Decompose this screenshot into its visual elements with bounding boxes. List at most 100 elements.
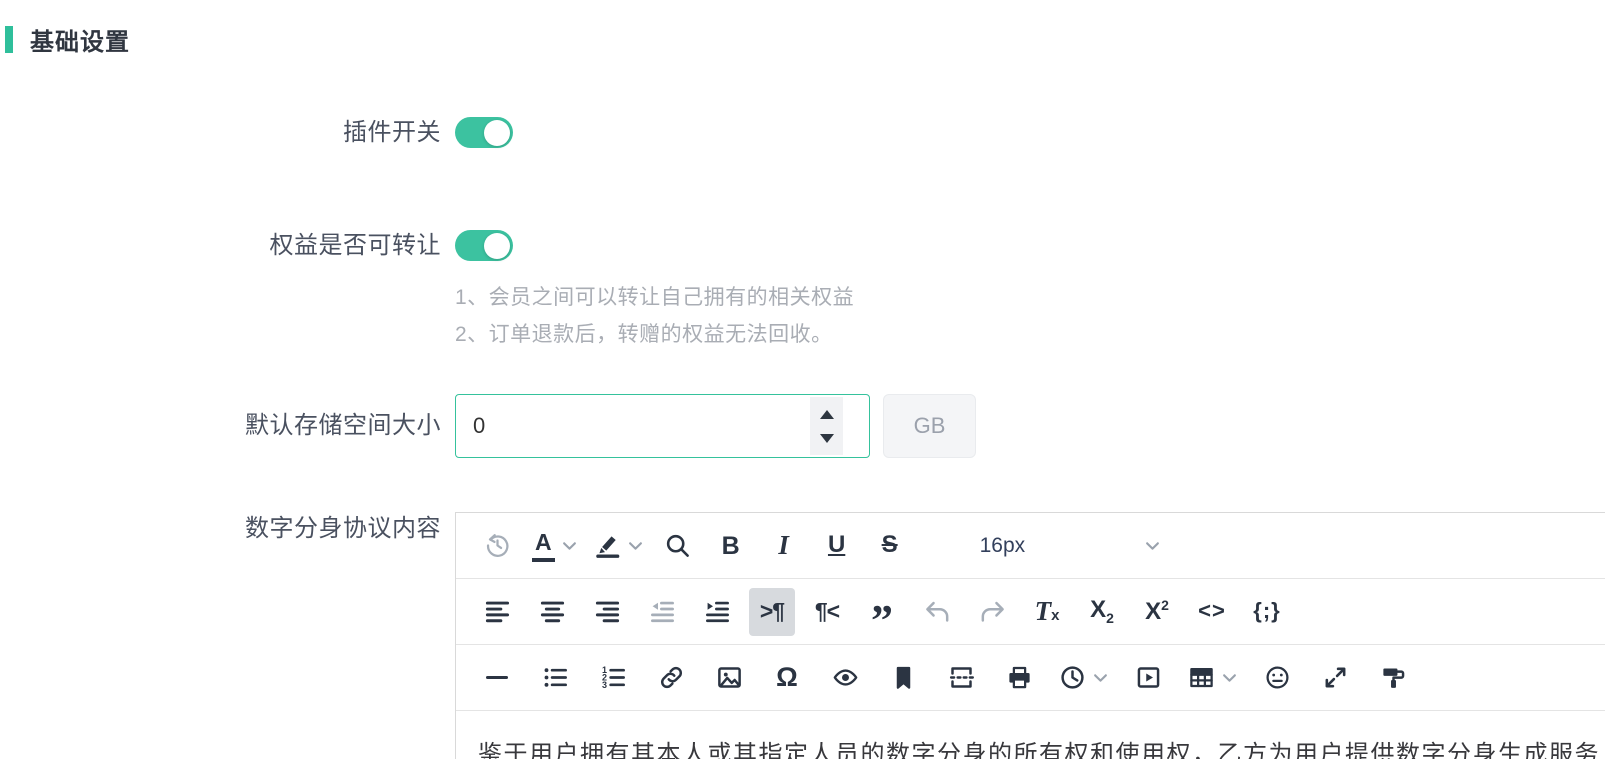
table-icon: [1188, 664, 1215, 691]
clear-format-button[interactable]: Tx: [1024, 588, 1070, 636]
form-row-agreement: 数字分身协议内容 A BIU S 16px >¶¶< ” Tx X2 X2 <> {;} 123 Ω…: [0, 512, 1605, 759]
superscript-button[interactable]: X2: [1134, 588, 1180, 636]
ltr-button[interactable]: >¶: [749, 588, 795, 636]
storage-size-label: 默认存储空间大小: [0, 394, 455, 458]
ordered-list-button[interactable]: 123: [590, 654, 636, 702]
superscript-icon: X2: [1145, 597, 1169, 627]
italic-button[interactable]: I: [761, 522, 807, 570]
underline-icon: U: [828, 531, 845, 560]
history-icon: [484, 532, 511, 559]
print-icon: [1006, 664, 1033, 691]
form-row-plugin-switch: 插件开关: [0, 116, 1605, 150]
storage-size-input[interactable]: [456, 395, 869, 457]
chevron-down-icon: [562, 541, 577, 551]
section-accent-bar: [5, 26, 13, 53]
font-size-button[interactable]: 16px: [970, 522, 1170, 570]
ordered-list-icon: 123: [600, 664, 627, 691]
chevron-down-icon: [1222, 673, 1237, 683]
storage-size-stepper: [810, 397, 843, 455]
section-title: 基础设置: [30, 22, 130, 57]
link-button[interactable]: [648, 654, 694, 702]
transferable-toggle[interactable]: [455, 230, 513, 261]
inline-code-button[interactable]: <>: [1189, 588, 1235, 636]
bookmark-icon: [890, 664, 917, 691]
redo-button[interactable]: [969, 588, 1015, 636]
clear-format-icon: Tx: [1035, 595, 1060, 628]
emoji-button[interactable]: [1254, 654, 1300, 702]
search-button[interactable]: [655, 522, 701, 570]
undo-button[interactable]: [914, 588, 960, 636]
align-left-icon: [484, 598, 511, 625]
fullscreen-icon: [1322, 664, 1349, 691]
code-block-button[interactable]: {;}: [1244, 588, 1290, 636]
indent-icon: [704, 598, 731, 625]
outdent-button[interactable]: [639, 588, 685, 636]
special-character-icon: Ω: [776, 661, 798, 693]
editor-toolbar-row-1: A BIU S 16px: [456, 513, 1605, 579]
bold-button[interactable]: B: [708, 522, 754, 570]
settings-page: 基础设置 插件开关 权益是否可转让 1、会员之间可以转让自己拥有的相关权益 2、…: [0, 0, 1605, 759]
transferable-control: 1、会员之间可以转让自己拥有的相关权益 2、订单退款后，转赠的权益无法回收。: [455, 229, 1605, 353]
image-button[interactable]: [706, 654, 752, 702]
underline-button[interactable]: U: [814, 522, 860, 570]
editor-toolbar-row-2: >¶¶< ” Tx X2 X2 <> {;}: [456, 579, 1605, 645]
horizontal-rule-button[interactable]: [474, 654, 520, 702]
plugin-switch-knob: [484, 120, 510, 146]
page-break-button[interactable]: [938, 654, 984, 702]
emoji-icon: [1264, 664, 1291, 691]
image-icon: [716, 664, 743, 691]
page-break-icon: [948, 664, 975, 691]
fullscreen-button[interactable]: [1312, 654, 1358, 702]
bold-icon: B: [722, 531, 740, 561]
agreement-control: A BIU S 16px >¶¶< ” Tx X2 X2 <> {;} 123 Ω 鉴于用户拥有其本…: [455, 512, 1605, 759]
subscript-button[interactable]: X2: [1079, 588, 1125, 636]
special-character-button[interactable]: Ω: [764, 654, 810, 702]
blockquote-button[interactable]: ”: [859, 588, 905, 636]
redo-icon: [979, 598, 1006, 625]
table-button[interactable]: [1183, 654, 1242, 702]
inline-code-icon: <>: [1198, 598, 1226, 624]
chevron-down-icon: [1145, 541, 1160, 551]
editor-content-area[interactable]: 鉴于用户拥有其本人或其指定人员的数字分身的所有权和使用权，乙方为用户提供数字分身…: [456, 711, 1605, 759]
svg-text:3: 3: [602, 680, 607, 690]
highlight-color-button[interactable]: [589, 522, 648, 570]
chevron-down-icon: [628, 541, 643, 551]
plugin-switch-control: [455, 116, 1605, 148]
rich-text-editor: A BIU S 16px >¶¶< ” Tx X2 X2 <> {;} 123 Ω 鉴于用户拥有其本…: [455, 512, 1605, 759]
form-row-storage-size: 默认存储空间大小 GB: [0, 394, 1605, 458]
datetime-button[interactable]: [1054, 654, 1113, 702]
align-right-button[interactable]: [584, 588, 630, 636]
decrease-button[interactable]: [818, 432, 836, 445]
indent-button[interactable]: [694, 588, 740, 636]
history-button[interactable]: [474, 522, 520, 570]
blockquote-icon: ”: [871, 603, 893, 621]
text-color-button[interactable]: A: [527, 522, 582, 570]
plugin-switch-toggle[interactable]: [455, 117, 513, 148]
align-left-button[interactable]: [474, 588, 520, 636]
strikethrough-icon: S: [882, 531, 898, 560]
link-icon: [658, 664, 685, 691]
preview-button[interactable]: [822, 654, 868, 702]
section-header: 基础设置: [5, 22, 130, 57]
preview-icon: [832, 664, 859, 691]
arrow-up-icon: [820, 410, 834, 419]
editor-toolbar-row-3: 123 Ω: [456, 645, 1605, 711]
print-button[interactable]: [996, 654, 1042, 702]
bullet-list-button[interactable]: [532, 654, 578, 702]
chevron-down-icon: [1093, 673, 1108, 683]
increase-button[interactable]: [818, 408, 836, 421]
format-paint-button[interactable]: [1370, 654, 1416, 702]
align-center-button[interactable]: [529, 588, 575, 636]
subscript-icon: X2: [1090, 596, 1114, 627]
agreement-text: 鉴于用户拥有其本人或其指定人员的数字分身的所有权和使用权，乙方为用户提供数字分身…: [478, 736, 1605, 759]
strikethrough-button[interactable]: S: [867, 522, 913, 570]
rtl-button[interactable]: ¶<: [804, 588, 850, 636]
undo-icon: [924, 598, 951, 625]
media-button[interactable]: [1125, 654, 1171, 702]
format-paint-icon: [1380, 664, 1407, 691]
agreement-label: 数字分身协议内容: [0, 512, 455, 546]
align-center-icon: [539, 598, 566, 625]
bookmark-button[interactable]: [880, 654, 926, 702]
help-line-1: 1、会员之间可以转让自己拥有的相关权益: [455, 279, 1605, 316]
horizontal-rule-icon: [486, 676, 508, 680]
